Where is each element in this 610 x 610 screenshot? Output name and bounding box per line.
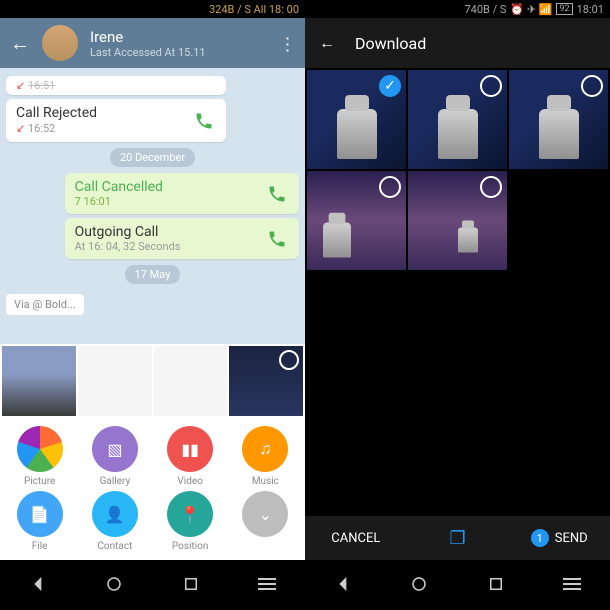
attach-picture[interactable]: Picture [4,426,75,487]
attach-gallery[interactable]: ▧Gallery [79,426,150,487]
video-icon: ▮▮ [167,426,213,472]
avatar[interactable] [42,25,78,61]
call-bubble[interactable]: ↙ 16:51 [6,76,226,95]
recent-thumb[interactable] [229,346,303,416]
via-chip[interactable]: Via @ Bold... [6,294,84,315]
recent-thumb[interactable] [154,346,228,416]
date-chip: 17 May [125,265,181,284]
chat-area: ↙ 16:51 Call Rejected ↙ 16:52 20 Decembe… [0,68,305,323]
cancel-button[interactable]: CANCEL [305,531,407,546]
gallery-footer: CANCEL ❐ 1SEND [305,516,610,560]
attach-position[interactable]: 📍Position [155,491,226,552]
outgoing-call-bubble[interactable]: Outgoing Call At 16: 04, 32 Seconds [65,218,299,259]
recent-thumb[interactable] [2,346,76,416]
nav-home-icon[interactable] [102,572,126,596]
select-circle-icon[interactable] [480,176,502,198]
person-icon: 👤 [92,491,138,537]
select-circle-icon[interactable] [581,75,603,97]
check-icon[interactable]: ✓ [379,75,401,97]
select-circle-icon[interactable] [279,350,299,370]
nav-back-icon[interactable] [331,572,355,596]
attach-contact[interactable]: 👤Contact [79,491,150,552]
send-button[interactable]: 1SEND [508,529,610,547]
attach-music[interactable]: ♫Music [230,426,301,487]
file-icon: 📄 [17,491,63,537]
select-circle-icon[interactable] [480,75,502,97]
last-accessed: Last Accessed At 15.11 [90,46,206,59]
recent-thumb[interactable] [78,346,152,416]
nav-menu-icon[interactable] [560,572,584,596]
back-icon[interactable]: ← [10,31,30,56]
gallery-image[interactable] [408,171,507,270]
nav-recent-icon[interactable] [484,572,508,596]
image-icon: ▧ [92,426,138,472]
nav-recent-icon[interactable] [179,572,203,596]
phone-icon[interactable] [190,107,218,135]
camera-aperture-icon [17,426,63,472]
gallery-image[interactable] [509,70,608,169]
select-circle-icon[interactable] [379,176,401,198]
contact-name[interactable]: Irene [90,28,206,46]
menu-icon[interactable]: ⋯ [277,35,298,51]
nav-back-icon[interactable] [26,572,50,596]
attach-video[interactable]: ▮▮Video [155,426,226,487]
headphones-icon: ♫ [242,426,288,472]
gallery-image[interactable] [307,171,406,270]
gallery-image[interactable] [408,70,507,169]
image-grid: ✓ [305,68,610,272]
gallery-header: ← Download [305,18,610,68]
chat-header: ← Irene Last Accessed At 15.11 ⋯ [0,18,305,68]
chevron-down-icon: ⌄ [242,491,288,537]
call-rejected-bubble[interactable]: Call Rejected ↙ 16:52 [6,99,226,142]
nav-home-icon[interactable] [407,572,431,596]
phone-icon[interactable] [263,225,291,253]
attach-file[interactable]: 📄File [4,491,75,552]
date-chip: 20 December [110,148,195,167]
back-icon[interactable]: ← [319,33,335,53]
phone-icon[interactable] [263,180,291,208]
location-icon: 📍 [167,491,213,537]
page-title: Download [355,34,426,53]
attach-panel: Picture ▧Gallery ▮▮Video ♫Music 📄File 👤C… [0,344,305,560]
status-bar-right: 740B / S⏰ ✈ 📶9218:01 [305,0,610,18]
call-cancelled-bubble[interactable]: Call Cancelled 7 16:01 [65,173,299,214]
multi-select-icon[interactable]: ❐ [407,528,509,549]
nav-menu-icon[interactable] [255,572,279,596]
status-bar-left: 324B / S All 18: 00 [0,0,305,18]
android-navbar [0,560,610,608]
attach-more[interactable]: ⌄ [230,491,301,552]
gallery-image[interactable]: ✓ [307,70,406,169]
